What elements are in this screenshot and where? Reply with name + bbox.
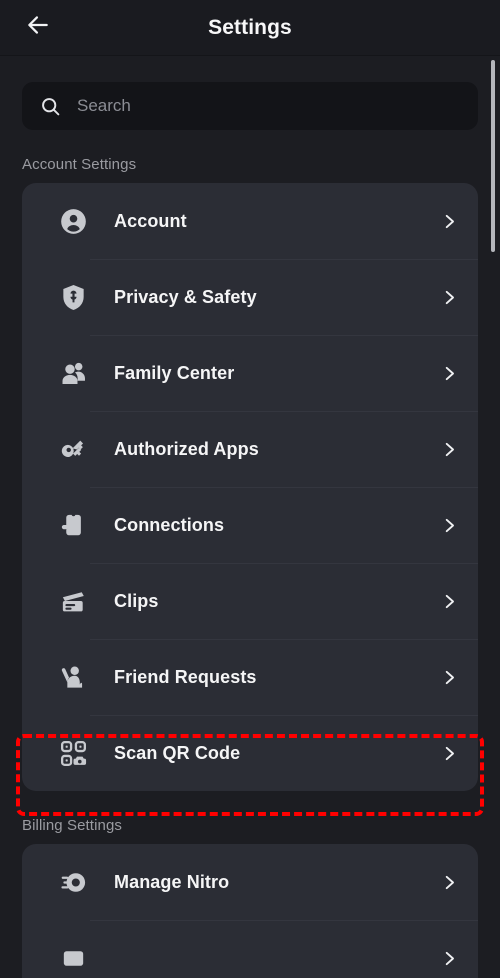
chevron-right-icon bbox=[432, 593, 466, 610]
settings-row-clips[interactable]: Clips bbox=[22, 563, 478, 639]
arrow-left-icon bbox=[25, 12, 51, 43]
settings-row-label: Scan QR Code bbox=[114, 742, 241, 763]
settings-row-scan-qr-code[interactable]: Scan QR Code bbox=[22, 715, 478, 791]
account-settings-card: Account Privacy & Safety Family Center A… bbox=[22, 183, 478, 791]
puzzle-piece-icon bbox=[58, 510, 88, 540]
page-title: Settings bbox=[208, 15, 292, 39]
back-button[interactable] bbox=[18, 8, 58, 48]
chevron-right-icon bbox=[432, 213, 466, 230]
settings-row-friend-requests[interactable]: Friend Requests bbox=[22, 639, 478, 715]
settings-row-family-center[interactable]: Family Center bbox=[22, 335, 478, 411]
billing-settings-card: Manage Nitro bbox=[22, 844, 478, 978]
clapperboard-icon bbox=[58, 586, 88, 616]
search-input[interactable]: Search bbox=[22, 82, 478, 130]
chevron-right-icon bbox=[432, 289, 466, 306]
settings-scroll-area: Search Account Settings Account Privacy … bbox=[0, 56, 500, 978]
settings-row-account[interactable]: Account bbox=[22, 183, 478, 259]
settings-row-partial[interactable] bbox=[22, 920, 478, 978]
person-wave-icon bbox=[58, 662, 88, 692]
chevron-right-icon bbox=[432, 950, 466, 967]
settings-row-manage-nitro[interactable]: Manage Nitro bbox=[22, 844, 478, 920]
settings-row-label: Clips bbox=[114, 590, 159, 611]
partial-row-icon bbox=[58, 943, 88, 973]
chevron-right-icon bbox=[432, 517, 466, 534]
search-placeholder: Search bbox=[77, 96, 131, 115]
scrollbar-thumb[interactable] bbox=[491, 60, 495, 252]
settings-row-privacy-safety[interactable]: Privacy & Safety bbox=[22, 259, 478, 335]
chevron-right-icon bbox=[432, 441, 466, 458]
chevron-right-icon bbox=[432, 669, 466, 686]
section-header-account-settings: Account Settings bbox=[22, 156, 137, 173]
settings-row-authorized-apps[interactable]: Authorized Apps bbox=[22, 411, 478, 487]
app-header: Settings bbox=[0, 0, 500, 56]
settings-screen: Settings Search Account Settings Account… bbox=[0, 0, 500, 978]
section-header-billing-settings: Billing Settings bbox=[22, 817, 122, 834]
chevron-right-icon bbox=[432, 365, 466, 382]
person-circle-icon bbox=[58, 206, 88, 236]
nitro-boost-icon bbox=[58, 867, 88, 897]
search-icon bbox=[40, 96, 61, 117]
settings-row-label: Manage Nitro bbox=[114, 871, 230, 892]
people-icon bbox=[58, 358, 88, 388]
settings-row-connections[interactable]: Connections bbox=[22, 487, 478, 563]
settings-row-label: Connections bbox=[114, 514, 225, 535]
qr-scan-icon bbox=[58, 738, 88, 768]
chevron-right-icon bbox=[432, 874, 466, 891]
settings-row-label: Family Center bbox=[114, 362, 235, 383]
chevron-right-icon bbox=[432, 745, 466, 762]
key-icon bbox=[58, 434, 88, 464]
settings-row-label: Privacy & Safety bbox=[114, 286, 257, 307]
settings-row-label: Authorized Apps bbox=[114, 438, 259, 459]
shield-icon bbox=[58, 282, 88, 312]
settings-row-label: Friend Requests bbox=[114, 666, 257, 687]
settings-row-label: Account bbox=[114, 210, 187, 231]
